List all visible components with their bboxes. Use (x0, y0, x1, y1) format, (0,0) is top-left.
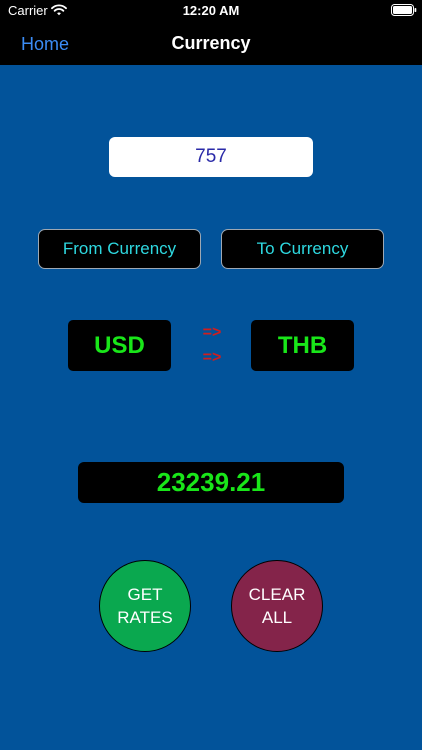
clear-all-label-line2: ALL (261, 608, 293, 627)
get-rates-label-line2: RATES (117, 608, 173, 627)
currency-screen: Carrier 12:20 AM Home Currency From Curr… (0, 0, 422, 750)
from-currency-button[interactable]: From Currency (38, 229, 201, 269)
navigation-bar: Carrier 12:20 AM Home Currency (0, 0, 422, 65)
conversion-result: 23239.21 (78, 462, 344, 503)
to-currency-code: THB (251, 320, 354, 371)
clear-all-label-line1: CLEAR (248, 585, 306, 604)
from-currency-code: USD (68, 320, 171, 371)
arrow-indicator: => (202, 349, 222, 366)
get-rates-button[interactable]: GET RATES (99, 560, 191, 652)
status-time: 12:20 AM (182, 3, 240, 18)
page-title: Currency (171, 33, 251, 53)
get-rates-label-line1: GET (127, 585, 163, 604)
to-currency-button[interactable]: To Currency (221, 229, 384, 269)
amount-input[interactable] (109, 137, 313, 177)
clear-all-button[interactable]: CLEAR ALL (231, 560, 323, 652)
battery-icon (391, 4, 417, 16)
arrow-indicator: => (202, 324, 222, 341)
